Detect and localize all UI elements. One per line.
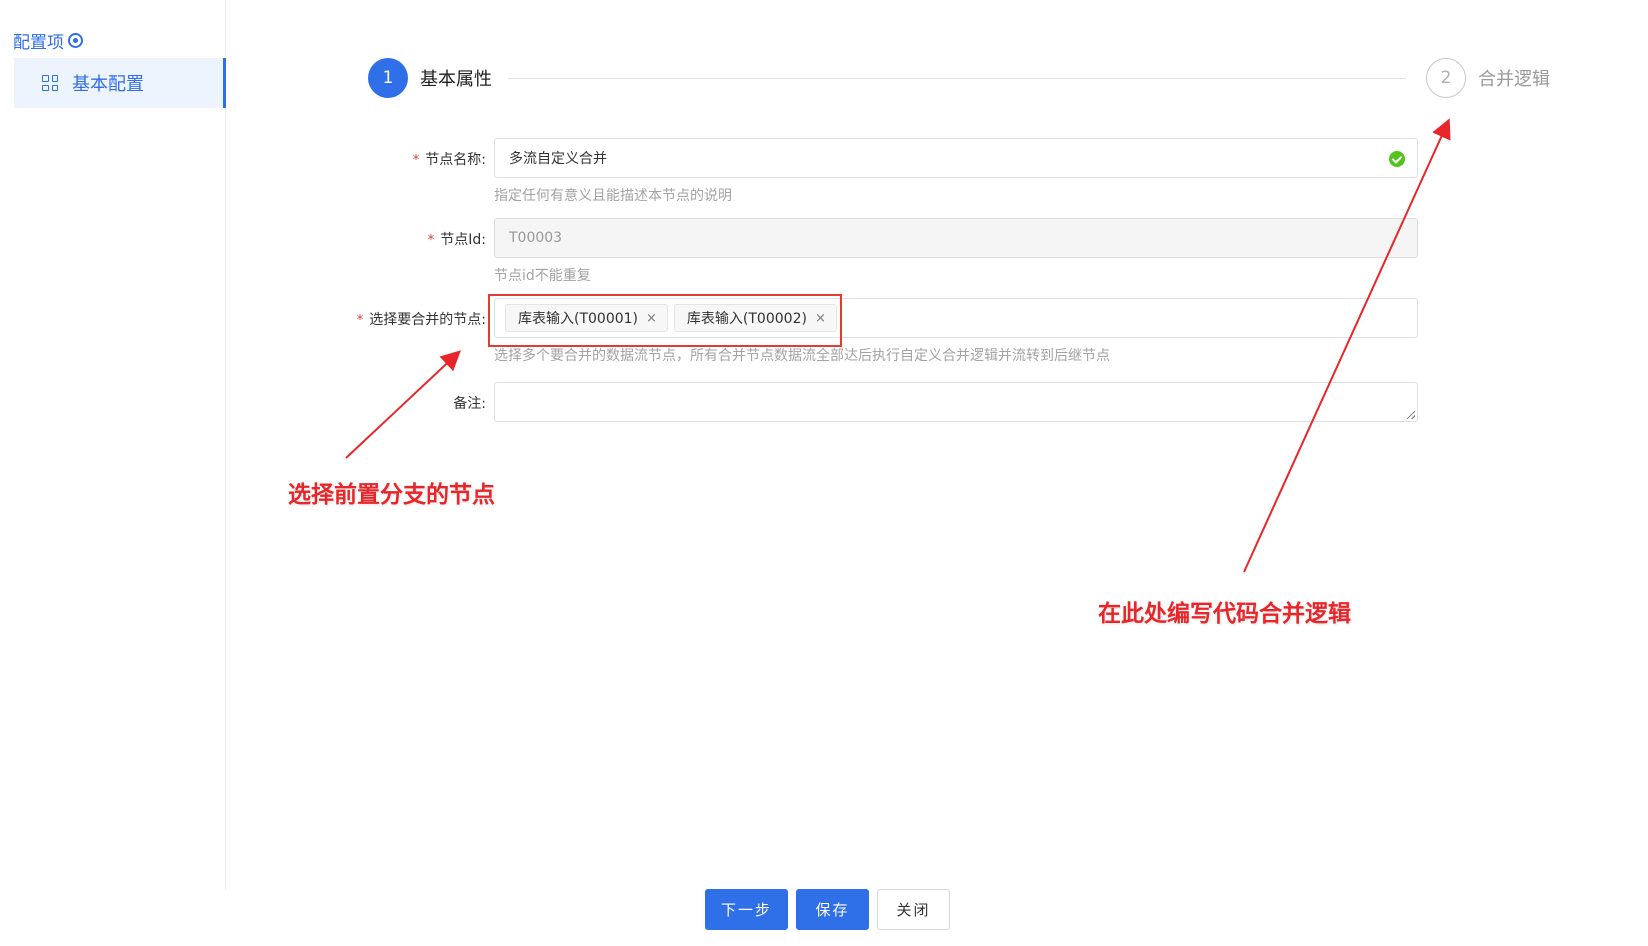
sidebar-item-basic-config[interactable]: 基本配置 — [14, 58, 226, 108]
node-name-value: 多流自定义合并 — [509, 151, 607, 167]
node-id-hint: 节点id不能重复 — [494, 268, 591, 284]
step-number: 1 — [368, 58, 408, 98]
sidebar: 配置项 基本配置 — [0, 0, 226, 890]
save-button[interactable]: 保存 — [796, 889, 869, 930]
step-merge-logic[interactable]: 2 合并逻辑 — [1426, 58, 1550, 98]
annotation-arrow-right — [1243, 118, 1451, 573]
step-basic-attributes[interactable]: 1 基本属性 — [368, 58, 492, 98]
step-label: 合并逻辑 — [1478, 69, 1550, 90]
merge-nodes-label: * 选择要合并的节点: — [356, 312, 486, 328]
node-id-label: * 节点Id: — [427, 232, 486, 248]
target-icon[interactable] — [68, 33, 83, 48]
node-name-label: * 节点名称: — [412, 152, 486, 168]
resize-handle[interactable] — [1407, 411, 1415, 419]
node-id-value: T00003 — [509, 230, 563, 246]
annotation-arrow-left — [345, 350, 461, 459]
sidebar-item-label: 基本配置 — [72, 74, 144, 95]
check-circle-icon — [1389, 151, 1405, 167]
required-mark: * — [412, 153, 420, 168]
required-mark: * — [427, 233, 435, 248]
step-label: 基本属性 — [420, 69, 492, 90]
remark-textarea[interactable] — [494, 382, 1418, 422]
node-id-input: T00003 — [494, 218, 1418, 258]
step-number: 2 — [1426, 58, 1466, 98]
step-connector-line — [508, 78, 1406, 79]
node-name-hint: 指定任何有意义且能描述本节点的说明 — [494, 188, 732, 204]
grid-icon — [42, 75, 58, 91]
sidebar-header: 配置项 — [13, 28, 83, 53]
remark-label: 备注: — [453, 396, 486, 412]
annotation-left: 选择前置分支的节点 — [288, 482, 495, 508]
merge-nodes-hint: 选择多个要合并的数据流节点，所有合并节点数据流全部达后执行自定义合并逻辑并流转到… — [494, 348, 1110, 364]
annotation-right: 在此处编写代码合并逻辑 — [1098, 601, 1351, 627]
sidebar-header-label: 配置项 — [13, 33, 64, 53]
required-mark: * — [356, 313, 364, 328]
node-name-input[interactable]: 多流自定义合并 — [494, 138, 1418, 178]
close-button[interactable]: 关闭 — [877, 889, 950, 930]
highlight-box — [488, 294, 842, 347]
next-button[interactable]: 下一步 — [705, 889, 788, 930]
